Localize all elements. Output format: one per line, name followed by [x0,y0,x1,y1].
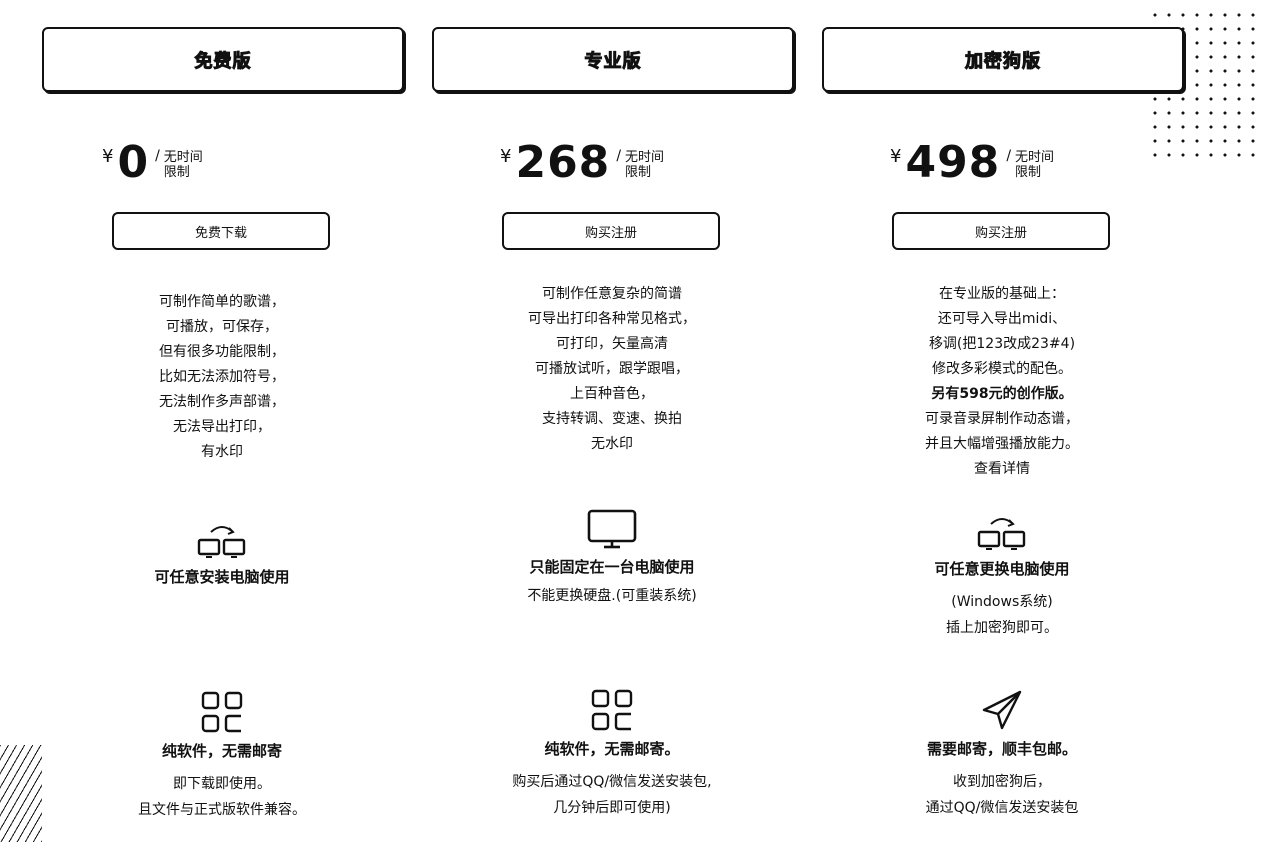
note-line: 且文件与正式版软件兼容。 [138,802,306,818]
price-slash: / [616,148,622,164]
device-note: (Windows系统) 插上加密狗即可。 [852,589,1152,641]
multi-computer-icon [197,526,246,558]
delivery-note: 购买后通过QQ/微信发送安装包, 几分钟后即可使用) [462,769,762,821]
currency-symbol: ¥ [102,146,114,167]
purchase-register-button[interactable]: 购买注册 [892,212,1110,250]
delivery-title: 纯软件，无需邮寄。 [544,740,680,758]
delivery-feature: 需要邮寄，顺丰包邮。 收到加密狗后， 通过QQ/微信发送安装包 [852,688,1152,821]
device-feature: 只能固定在一台电脑使用 不能更换硬盘.(可重装系统) [462,508,762,609]
description-line: 可播放，可保存， [166,319,278,335]
description-line: 无法制作多声部谱， [159,394,285,410]
delivery-note: 即下载即使用。 且文件与正式版软件兼容。 [72,771,372,823]
note-line: 通过QQ/微信发送安装包 [925,800,1079,816]
device-title: 可任意更换电脑使用 [934,560,1070,578]
delivery-note: 收到加密狗后， 通过QQ/微信发送安装包 [852,769,1152,821]
device-note: 不能更换硬盘.(可重装系统) [462,583,762,609]
price-period: 无时间限制 [1015,150,1055,180]
description-line-highlight: 另有598元的创作版。 [931,386,1073,402]
note-line: 购买后通过QQ/微信发送安装包, [512,774,712,790]
note-line: (Windows系统) [951,594,1053,610]
delivery-title: 纯软件，无需邮寄 [161,742,282,760]
description-line: 可导出打印各种常见格式， [528,311,696,327]
price-slash: / [155,148,160,164]
plan-description: 在专业版的基础上： 还可导入导出midi、 移调(把123改成23#4) 修改多… [852,282,1152,482]
description-line: 可录音录屏制作动态谱， [925,411,1079,427]
send-plane-icon [982,690,1022,730]
description-line: 有水印 [201,444,243,460]
delivery-title: 需要邮寄，顺丰包邮。 [926,740,1077,758]
plan-price: ¥ 268 / 无时间限制 [500,140,675,190]
description-line: 无法导出打印， [173,419,271,435]
decorative-hatch-pattern [0,745,42,842]
plan-title: 专业版 [584,50,642,72]
apps-grid-icon [591,689,633,731]
free-download-button[interactable]: 免费下载 [112,212,330,250]
currency-symbol: ¥ [890,146,902,167]
purchase-register-button[interactable]: 购买注册 [502,212,720,250]
apps-grid-icon [201,691,243,733]
description-line: 移调(把123改成23#4) [928,336,1076,352]
plan-description: 可制作任意复杂的简谱 可导出打印各种常见格式， 可打印，矢量高清 可播放试听，跟… [462,282,762,457]
price-slash: / [1006,148,1012,164]
note-line: 收到加密狗后， [953,774,1051,790]
price-period: 无时间限制 [163,150,203,180]
description-line: 还可导入导出midi、 [937,311,1067,327]
device-feature: 可任意更换电脑使用 (Windows系统) 插上加密狗即可。 [852,514,1152,641]
description-line: 可制作任意复杂的简谱 [542,286,682,302]
delivery-feature: 纯软件，无需邮寄 即下载即使用。 且文件与正式版软件兼容。 [72,690,372,823]
plan-header: 免费版 [42,27,404,92]
plan-header: 加密狗版 [822,27,1184,92]
plan-description: 可制作简单的歌谱， 可播放，可保存， 但有很多功能限制， 比如无法添加符号， 无… [72,290,372,465]
description-line: 上百种音色， [570,386,654,402]
view-details-link[interactable]: 查看详情 [852,457,1152,482]
monitor-icon [587,509,637,549]
plan-price: ¥ 0 / 无时间限制 [102,140,214,190]
price-amount: 268 [515,137,611,188]
currency-symbol: ¥ [500,146,512,167]
description-line: 支持转调、变速、换拍 [542,411,682,427]
description-line: 但有很多功能限制， [159,344,285,360]
description-line: 并且大幅增强播放能力。 [925,436,1079,452]
description-line: 无水印 [591,436,633,452]
delivery-feature: 纯软件，无需邮寄。 购买后通过QQ/微信发送安装包, 几分钟后即可使用) [462,688,762,821]
device-title: 可任意安装电脑使用 [154,568,290,586]
note-line: 插上加密狗即可。 [946,620,1058,636]
device-title: 只能固定在一台电脑使用 [529,558,695,576]
price-period: 无时间限制 [625,150,665,180]
plan-price: ¥ 498 / 无时间限制 [890,140,1065,190]
description-line: 可制作简单的歌谱， [159,294,285,310]
plan-title: 加密狗版 [965,50,1041,72]
plan-header: 专业版 [432,27,794,92]
description-line: 在专业版的基础上： [939,286,1065,302]
price-amount: 0 [117,137,150,188]
description-line: 可播放试听，跟学跟唱， [535,361,689,377]
note-line: 几分钟后即可使用) [553,800,671,816]
plan-title: 免费版 [194,50,252,72]
description-line: 比如无法添加符号， [159,369,285,385]
multi-computer-icon [977,518,1026,550]
device-feature: 可任意安装电脑使用 [72,522,372,587]
description-line: 修改多彩模式的配色。 [932,361,1072,377]
note-line: 不能更换硬盘.(可重装系统) [527,588,697,604]
note-line: 即下载即使用。 [173,776,271,792]
price-amount: 498 [905,137,1001,188]
description-line: 可打印，矢量高清 [556,336,668,352]
